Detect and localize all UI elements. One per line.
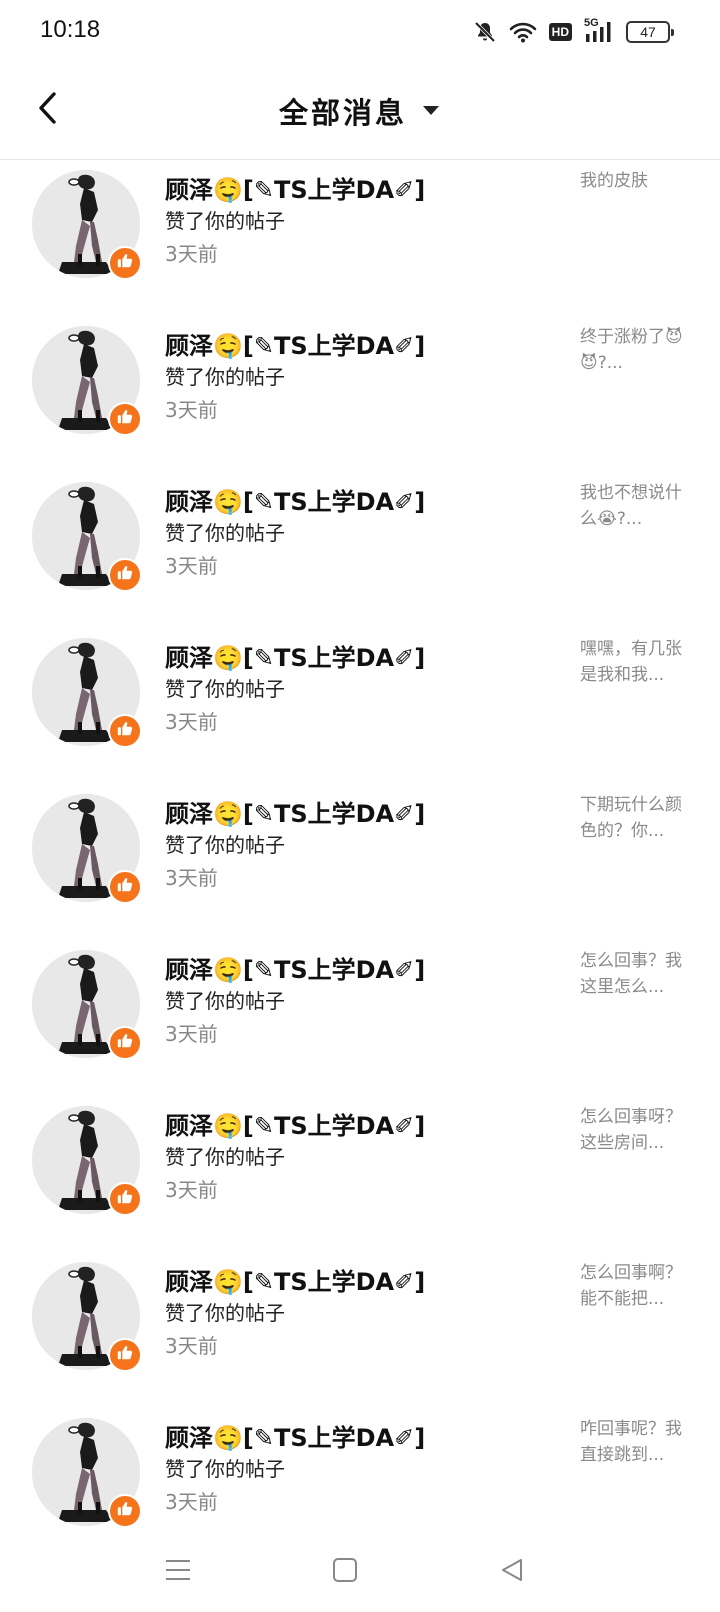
action-text: 赞了你的帖子 [165, 677, 285, 701]
message-filter-dropdown[interactable]: 全部消息 [0, 90, 720, 132]
post-preview[interactable]: 咋回事呢？我直接跳到... [580, 1416, 690, 1468]
mute-bell-icon [473, 20, 497, 44]
home-button[interactable] [325, 1552, 365, 1592]
like-badge [108, 1494, 142, 1528]
message-item[interactable]: 顾泽🤤[✎TS上学DA✐] 赞了你的帖子 3天前 我的皮肤 [0, 160, 720, 316]
menu-button[interactable] [158, 1552, 198, 1592]
sender-name[interactable]: 顾泽🤤[✎TS上学DA✐] [165, 638, 425, 673]
message-item[interactable]: 顾泽🤤[✎TS上学DA✐] 赞了你的帖子 3天前 我也不想说什么😭?... [0, 472, 720, 628]
sender-name[interactable]: 顾泽🤤[✎TS上学DA✐] [165, 794, 425, 829]
thumbs-up-icon [116, 876, 134, 898]
status-time: 10:18 [40, 16, 101, 43]
message-item[interactable]: 顾泽🤤[✎TS上学DA✐] 赞了你的帖子 3天前 下期玩什么颜色的？你... [0, 784, 720, 940]
message-list[interactable]: 顾泽🤤[✎TS上学DA✐] 赞了你的帖子 3天前 我的皮肤 顾泽🤤[✎TS上学D… [0, 160, 720, 1530]
sender-name[interactable]: 顾泽🤤[✎TS上学DA✐] [165, 326, 425, 361]
thumbs-up-icon [116, 1032, 134, 1054]
timestamp: 3天前 [165, 866, 218, 890]
sender-name[interactable]: 顾泽🤤[✎TS上学DA✐] [165, 1418, 425, 1453]
like-badge [108, 1338, 142, 1372]
nav-back-button[interactable] [492, 1552, 532, 1592]
message-item[interactable]: 顾泽🤤[✎TS上学DA✐] 赞了你的帖子 3天前 终于涨粉了😈😈?... [0, 316, 720, 472]
back-triangle-icon [499, 1557, 525, 1587]
avatar-wrap[interactable] [32, 638, 142, 748]
thumbs-up-icon [116, 1500, 134, 1522]
sender-name[interactable]: 顾泽🤤[✎TS上学DA✐] [165, 1262, 425, 1297]
sender-name[interactable]: 顾泽🤤[✎TS上学DA✐] [165, 950, 425, 985]
action-text: 赞了你的帖子 [165, 1301, 285, 1325]
avatar-wrap[interactable] [32, 1262, 142, 1372]
action-text: 赞了你的帖子 [165, 521, 285, 545]
signal-5g-icon: 5G [584, 17, 614, 44]
like-badge [108, 558, 142, 592]
post-preview[interactable]: 嘿嘿，有几张是我和我... [580, 636, 690, 688]
thumbs-up-icon [116, 1344, 134, 1366]
thumbs-up-icon [116, 564, 134, 586]
thumbs-up-icon [116, 720, 134, 742]
system-nav-bar [0, 1530, 720, 1612]
timestamp: 3天前 [165, 398, 218, 422]
menu-icon [165, 1558, 191, 1586]
action-text: 赞了你的帖子 [165, 833, 285, 857]
message-item[interactable]: 顾泽🤤[✎TS上学DA✐] 赞了你的帖子 3天前 嘿嘿，有几张是我和我... [0, 628, 720, 784]
message-item[interactable]: 顾泽🤤[✎TS上学DA✐] 赞了你的帖子 3天前 怎么回事？我这里怎么... [0, 940, 720, 1096]
like-badge [108, 402, 142, 436]
action-text: 赞了你的帖子 [165, 365, 285, 389]
post-preview[interactable]: 怎么回事呀？这些房间... [580, 1104, 690, 1156]
avatar-wrap[interactable] [32, 950, 142, 1060]
post-preview[interactable]: 终于涨粉了😈😈?... [580, 324, 690, 376]
post-preview[interactable]: 怎么回事？我这里怎么... [580, 948, 690, 1000]
battery-icon: 47 [626, 21, 674, 43]
avatar-wrap[interactable] [32, 170, 142, 280]
action-text: 赞了你的帖子 [165, 1457, 285, 1481]
sender-name[interactable]: 顾泽🤤[✎TS上学DA✐] [165, 170, 425, 205]
post-preview[interactable]: 下期玩什么颜色的？你... [580, 792, 690, 844]
avatar-wrap[interactable] [32, 1418, 142, 1528]
like-badge [108, 1182, 142, 1216]
timestamp: 3天前 [165, 1178, 218, 1202]
page-title: 全部消息 [278, 96, 407, 130]
timestamp: 3天前 [165, 1490, 218, 1514]
timestamp: 3天前 [165, 242, 218, 266]
timestamp: 3天前 [165, 710, 218, 734]
action-text: 赞了你的帖子 [165, 1145, 285, 1169]
like-badge [108, 1026, 142, 1060]
post-preview[interactable]: 怎么回事啊？能不能把... [580, 1260, 690, 1312]
battery-level: 47 [640, 24, 656, 40]
like-badge [108, 714, 142, 748]
avatar-wrap[interactable] [32, 1106, 142, 1216]
timestamp: 3天前 [165, 1334, 218, 1358]
avatar-wrap[interactable] [32, 326, 142, 436]
timestamp: 3天前 [165, 554, 218, 578]
thumbs-up-icon [116, 408, 134, 430]
timestamp: 3天前 [165, 1022, 218, 1046]
thumbs-up-icon [116, 252, 134, 274]
sender-name[interactable]: 顾泽🤤[✎TS上学DA✐] [165, 1106, 425, 1141]
caret-down-icon [421, 102, 441, 121]
post-preview[interactable]: 我也不想说什么😭?... [580, 480, 690, 532]
post-preview[interactable]: 我的皮肤 [580, 168, 690, 194]
thumbs-up-icon [116, 1188, 134, 1210]
message-item[interactable]: 顾泽🤤[✎TS上学DA✐] 赞了你的帖子 3天前 咋回事呢？我直接跳到... [0, 1408, 720, 1530]
hd-icon: HD [548, 23, 572, 41]
action-text: 赞了你的帖子 [165, 209, 285, 233]
sender-name[interactable]: 顾泽🤤[✎TS上学DA✐] [165, 482, 425, 517]
like-badge [108, 870, 142, 904]
action-text: 赞了你的帖子 [165, 989, 285, 1013]
header: 全部消息 [0, 64, 720, 160]
avatar-wrap[interactable] [32, 794, 142, 904]
status-bar: 10:18 HD 5G 47 [0, 0, 720, 64]
status-icons: HD 5G 47 [473, 17, 674, 46]
message-item[interactable]: 顾泽🤤[✎TS上学DA✐] 赞了你的帖子 3天前 怎么回事呀？这些房间... [0, 1096, 720, 1252]
message-item[interactable]: 顾泽🤤[✎TS上学DA✐] 赞了你的帖子 3天前 怎么回事啊？能不能把... [0, 1252, 720, 1408]
wifi-icon [509, 21, 537, 43]
home-square-icon [332, 1557, 358, 1587]
avatar-wrap[interactable] [32, 482, 142, 592]
like-badge [108, 246, 142, 280]
